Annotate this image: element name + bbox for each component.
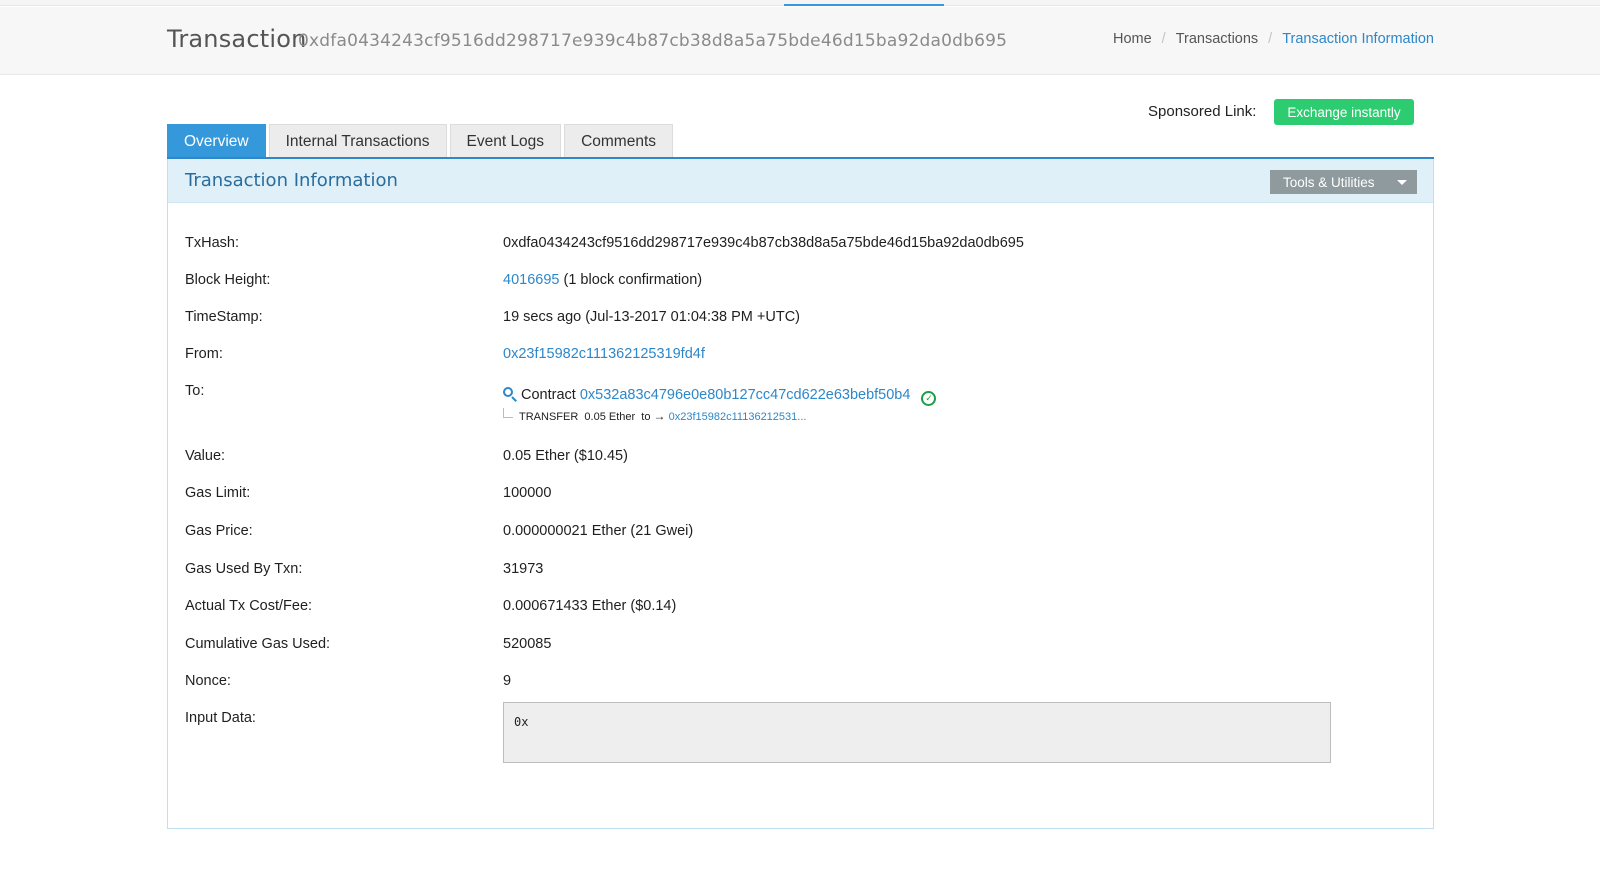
block-number-link[interactable]: 4016695	[503, 272, 559, 288]
txhash-label: TxHash:	[185, 235, 239, 251]
sponsored-label: Sponsored Link:	[1148, 103, 1257, 120]
tx-fee-label: Actual Tx Cost/Fee:	[185, 598, 313, 614]
page-header: Transaction 0xdfa0434243cf9516dd298717e9…	[0, 7, 1600, 75]
cumulative-gas-label: Cumulative Gas Used:	[185, 636, 331, 652]
nonce-label: Nonce:	[185, 673, 231, 689]
block-confirmations: (1 block confirmation)	[563, 272, 703, 288]
nonce-value: 9	[503, 673, 512, 689]
tab-comments[interactable]: Comments	[564, 124, 673, 158]
block-height-value: 4016695 (1 block confirmation)	[503, 272, 702, 288]
to-value: Contract 0x532a83c4796e0e80b127cc47cd622…	[503, 387, 937, 406]
tools-utilities-dropdown[interactable]: Tools & Utilities	[1270, 170, 1417, 194]
transfer-type: TRANSFER	[519, 411, 579, 423]
internal-transfer-line: TRANSFER 0.05 Ether to → 0x23f15982c1113…	[503, 408, 806, 423]
from-label: From:	[185, 346, 223, 362]
breadcrumb-separator: /	[1268, 31, 1273, 47]
tab-overview[interactable]: Overview	[167, 124, 266, 158]
top-nav-strip	[0, 0, 1600, 6]
from-value: 0x23f15982c111362125319fd4f	[503, 346, 705, 362]
input-data-label: Input Data:	[185, 710, 256, 726]
tree-connector-icon	[503, 408, 513, 418]
transfer-to-label: to	[641, 411, 651, 423]
breadcrumb-transactions[interactable]: Transactions	[1176, 31, 1258, 47]
check-circle-icon: ✓	[921, 391, 937, 406]
gas-limit-label: Gas Limit:	[185, 485, 251, 501]
tab-bar: Overview Internal Transactions Event Log…	[167, 124, 673, 158]
timestamp-value: 19 secs ago (Jul-13-2017 01:04:38 PM +UT…	[503, 309, 801, 325]
tx-fee-value: 0.000671433 Ether ($0.14)	[503, 598, 677, 614]
txhash-value: 0xdfa0434243cf9516dd298717e939c4b87cb38d…	[503, 235, 1024, 251]
to-label: To:	[185, 383, 205, 399]
page-tx-hash: 0xdfa0434243cf9516dd298717e939c4b87cb38d…	[298, 31, 1008, 51]
arrow-right-icon: →	[653, 409, 666, 423]
timestamp-label: TimeStamp:	[185, 309, 263, 325]
breadcrumb-separator: /	[1161, 31, 1166, 47]
caret-down-icon	[1397, 180, 1407, 185]
exchange-instantly-button[interactable]: Exchange instantly	[1274, 99, 1414, 125]
contract-address-link[interactable]: 0x532a83c4796e0e80b127cc47cd622e63bebf50…	[580, 387, 911, 403]
block-height-label: Block Height:	[185, 272, 271, 288]
breadcrumb-home[interactable]: Home	[1113, 31, 1152, 47]
value-value: 0.05 Ether ($10.45)	[503, 448, 628, 464]
gas-used-value: 31973	[503, 561, 544, 577]
contract-prefix: Contract	[521, 387, 576, 403]
tab-internal-transactions[interactable]: Internal Transactions	[268, 124, 447, 158]
gas-limit-value: 100000	[503, 485, 552, 501]
magnifying-glass-icon[interactable]	[503, 387, 517, 402]
panel-title: Transaction Information	[185, 170, 398, 191]
gas-price-value: 0.000000021 Ether (21 Gwei)	[503, 523, 694, 539]
panel-header: Transaction Information Tools & Utilitie…	[168, 159, 1433, 203]
page-title: Transaction	[167, 25, 307, 53]
transaction-info-panel: Transaction Information Tools & Utilitie…	[167, 159, 1434, 829]
from-address-link[interactable]: 0x23f15982c111362125319fd4f	[503, 346, 705, 362]
tab-event-logs[interactable]: Event Logs	[449, 124, 562, 158]
input-data-textarea[interactable]: 0x	[503, 702, 1331, 763]
gas-price-label: Gas Price:	[185, 523, 253, 539]
breadcrumb-current: Transaction Information	[1282, 31, 1434, 47]
transfer-to-address-link[interactable]: 0x23f15982c11136212531...	[669, 411, 807, 423]
gas-used-label: Gas Used By Txn:	[185, 561, 303, 577]
transfer-amount: 0.05 Ether	[584, 411, 636, 423]
breadcrumb: Home / Transactions / Transaction Inform…	[1113, 31, 1434, 47]
value-label: Value:	[185, 448, 226, 464]
cumulative-gas-value: 520085	[503, 636, 552, 652]
active-nav-indicator	[784, 4, 944, 6]
tools-utilities-label: Tools & Utilities	[1283, 174, 1375, 190]
